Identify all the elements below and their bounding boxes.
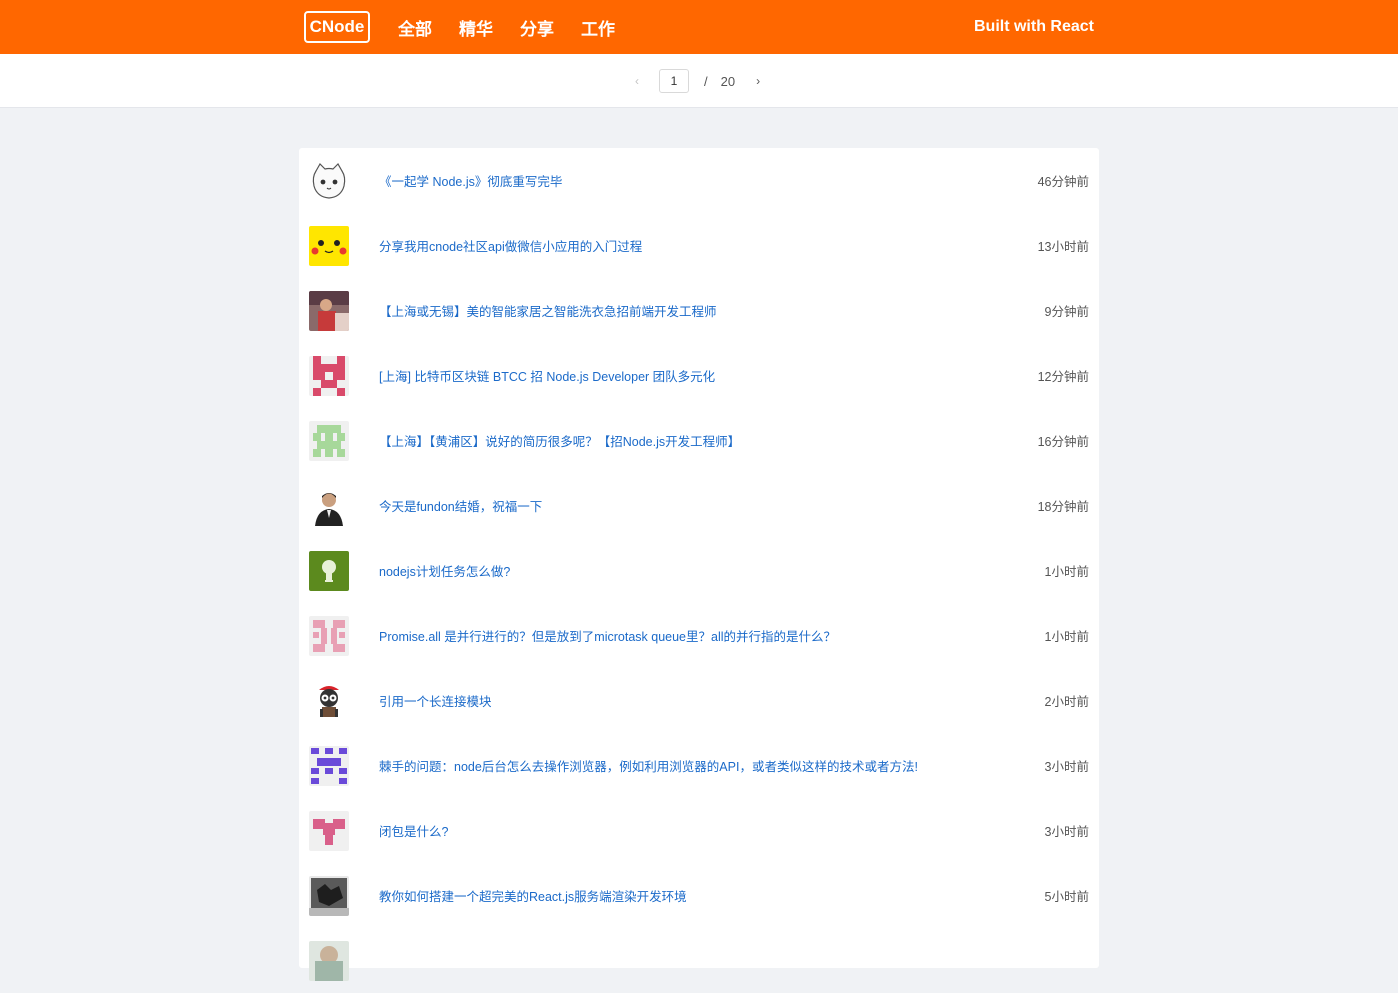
nav-tab-share[interactable]: 分享 <box>520 15 554 40</box>
logo[interactable]: CNode <box>304 11 370 43</box>
topic-time: 12分钟前 <box>1037 370 1089 384</box>
topic-row: 今天是fundon结婚，祝福一下 18分钟前 <box>299 473 1099 538</box>
built-with-label: Built with React <box>973 18 1094 35</box>
identicon-avatar[interactable] <box>309 420 349 461</box>
topic-title[interactable]: 棘手的问题：node后台怎么去操作浏览器，例如利用浏览器的API，或者类似这样的… <box>379 756 918 775</box>
total-pages: 20 <box>720 73 736 89</box>
topic-title[interactable]: nodejs计划任务怎么做? <box>379 561 510 580</box>
topic-title[interactable]: 【上海】【黄浦区】说好的简历很多呢？【招Node.js开发工程师】 <box>379 431 740 450</box>
topic-row: 教你如何搭建一个超完美的React.js服务端渲染开发环境 5小时前 <box>299 863 1099 928</box>
pikachu-avatar[interactable] <box>309 225 349 266</box>
topic-title[interactable]: 今天是fundon结婚，祝福一下 <box>379 496 542 515</box>
topic-title[interactable]: [上海] 比特币区块链 BTCC 招 Node.js Developer 团队多… <box>379 366 715 385</box>
topic-row: 【上海或无锡】美的智能家居之智能洗衣急招前端开发工程师 9分钟前 <box>299 278 1099 343</box>
nav-tab-job[interactable]: 工作 <box>581 15 615 40</box>
photo-avatar[interactable] <box>309 940 349 981</box>
topic-row-partial <box>299 928 1099 993</box>
topic-time: 2小时前 <box>1044 695 1089 709</box>
topic-row: 棘手的问题：node后台怎么去操作浏览器，例如利用浏览器的API，或者类似这样的… <box>299 733 1099 798</box>
topic-time: 9分钟前 <box>1044 305 1089 319</box>
pagination: ‹ 1 / 20 › <box>630 69 765 93</box>
pagination-bar: ‹ 1 / 20 › <box>0 54 1398 108</box>
topic-time: 3小时前 <box>1044 760 1089 774</box>
main-nav: 全部 精华 分享 工作 <box>398 0 642 54</box>
chevron-right-icon[interactable]: › <box>751 74 765 88</box>
topic-title[interactable]: 闭包是什么? <box>379 821 448 840</box>
identicon-avatar[interactable] <box>309 355 349 396</box>
top-navbar: CNode 全部 精华 分享 工作 Built with React <box>0 0 1398 54</box>
topic-row: 《一起学 Node.js》彻底重写完毕 46分钟前 <box>299 148 1099 213</box>
nav-tab-good[interactable]: 精华 <box>459 15 493 40</box>
topic-time: 1小时前 <box>1044 565 1089 579</box>
topic-title[interactable]: 分享我用cnode社区api做微信小应用的入门过程 <box>379 236 642 255</box>
topic-time: 13小时前 <box>1037 240 1089 254</box>
topic-time: 1小时前 <box>1044 630 1089 644</box>
topic-row: nodejs计划任务怎么做? 1小时前 <box>299 538 1099 603</box>
topic-row: Promise.all 是并行进行的？但是放到了microtask queue里… <box>299 603 1099 668</box>
photo-avatar[interactable] <box>309 875 349 916</box>
topic-title[interactable]: 《一起学 Node.js》彻底重写完毕 <box>379 171 562 190</box>
identicon-avatar[interactable] <box>309 810 349 851</box>
identicon-avatar[interactable] <box>309 615 349 656</box>
topic-time: 3小时前 <box>1044 825 1089 839</box>
topic-row: [上海] 比特币区块链 BTCC 招 Node.js Developer 团队多… <box>299 343 1099 408</box>
topic-time: 18分钟前 <box>1037 500 1089 514</box>
octocat-avatar[interactable] <box>309 680 349 721</box>
chevron-left-icon[interactable]: ‹ <box>630 74 644 88</box>
topic-title[interactable]: 引用一个长连接模块 <box>379 691 492 710</box>
topic-list: 《一起学 Node.js》彻底重写完毕 46分钟前 分享我用cnode社区api… <box>299 148 1099 981</box>
topic-title[interactable]: 教你如何搭建一个超完美的React.js服务端渲染开发环境 <box>379 886 687 905</box>
topic-title[interactable]: Promise.all 是并行进行的？但是放到了microtask queue里… <box>379 626 836 645</box>
topic-row: 引用一个长连接模块 2小时前 <box>299 668 1099 733</box>
page-number-input[interactable]: 1 <box>659 69 689 93</box>
topic-time: 5小时前 <box>1044 890 1089 904</box>
topic-row: 分享我用cnode社区api做微信小应用的入门过程 13小时前 <box>299 213 1099 278</box>
cat-avatar[interactable] <box>309 160 349 201</box>
green-avatar[interactable] <box>309 550 349 591</box>
topic-row: 闭包是什么? 3小时前 <box>299 798 1099 863</box>
topic-time: 46分钟前 <box>1037 175 1089 189</box>
identicon-avatar[interactable] <box>309 745 349 786</box>
nav-tab-all[interactable]: 全部 <box>398 15 432 40</box>
person-avatar[interactable] <box>309 485 349 526</box>
page-separator: / <box>704 73 708 89</box>
topic-title[interactable]: 【上海或无锡】美的智能家居之智能洗衣急招前端开发工程师 <box>379 301 717 320</box>
topic-row: 【上海】【黄浦区】说好的简历很多呢？【招Node.js开发工程师】 16分钟前 <box>299 408 1099 473</box>
photo-avatar[interactable] <box>309 290 349 331</box>
topic-time: 16分钟前 <box>1037 435 1089 449</box>
